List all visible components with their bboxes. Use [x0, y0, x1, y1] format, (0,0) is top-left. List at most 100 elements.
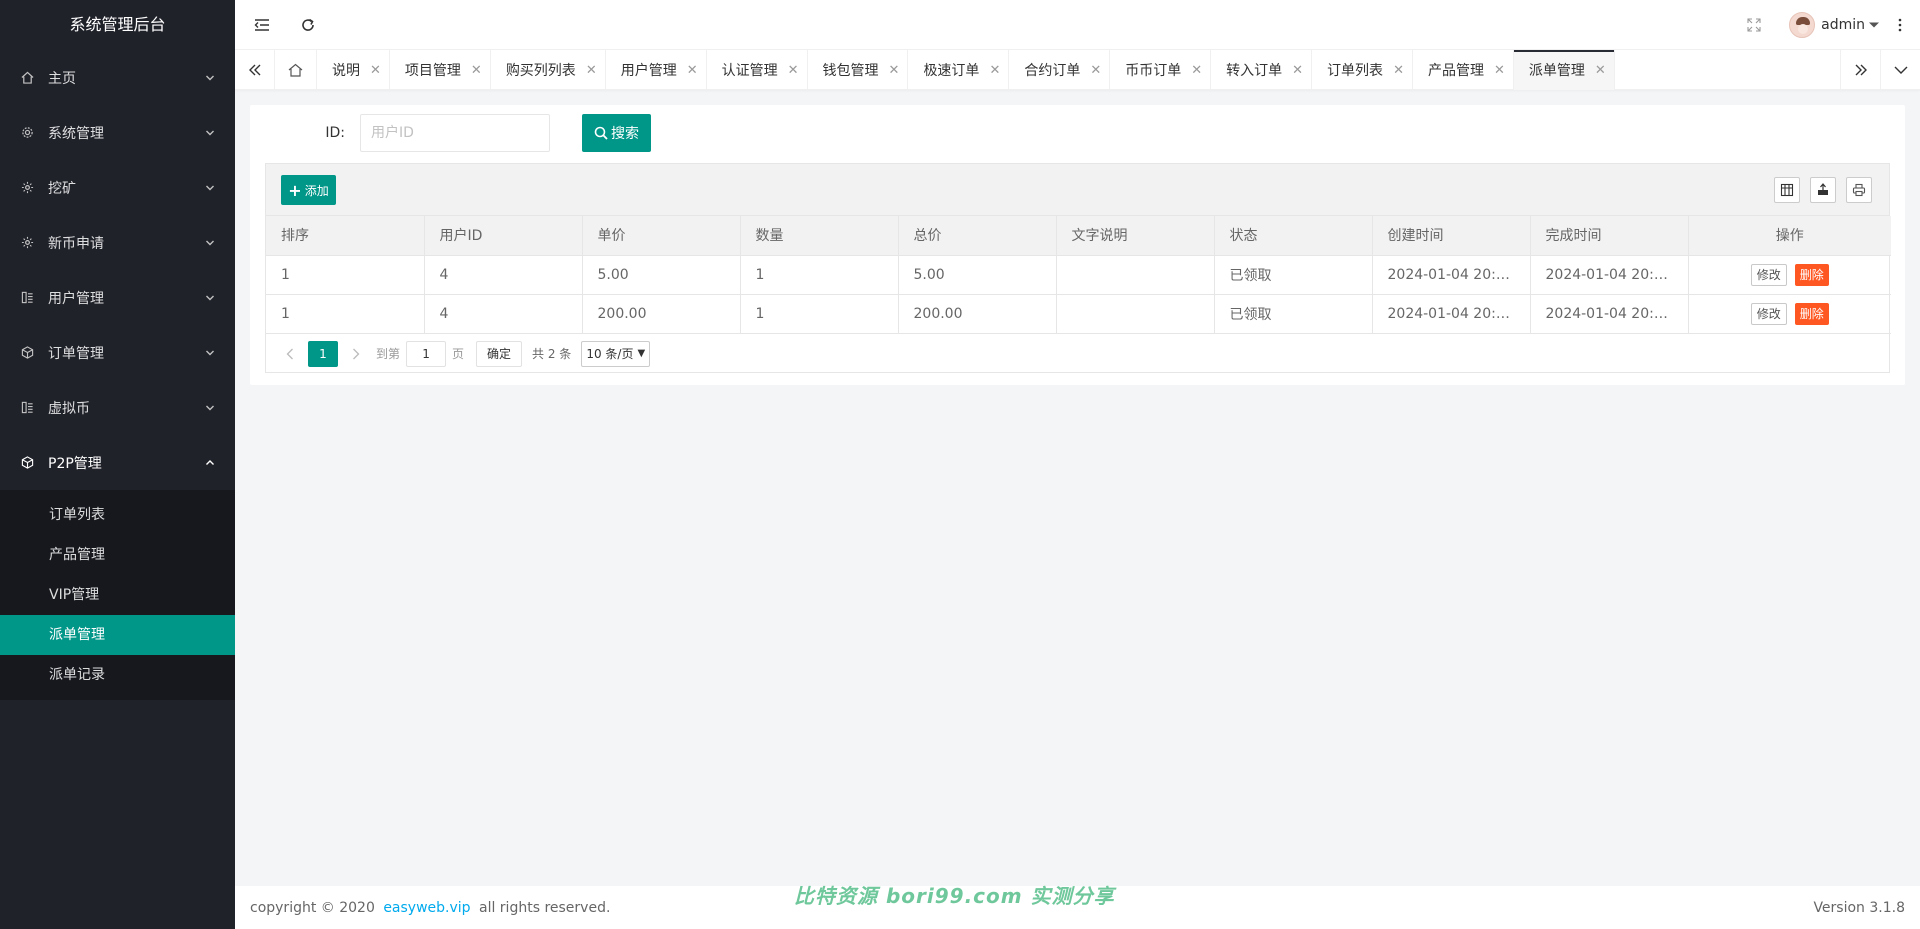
sidebar-item-p2p[interactable]: P2P管理: [0, 435, 235, 490]
close-icon[interactable]: ✕: [889, 63, 900, 78]
column-header[interactable]: 总价: [898, 216, 1057, 256]
table: 排序 用户ID 单价 数量 总价 文字说明 状态 创建时间 完成时间 操作 1 …: [266, 216, 1891, 334]
footer-link[interactable]: easyweb.vip: [383, 900, 470, 916]
tab-transfer-orders[interactable]: 转入订单 ✕: [1211, 50, 1313, 90]
close-icon[interactable]: ✕: [989, 63, 1000, 78]
close-icon[interactable]: ✕: [1292, 63, 1303, 78]
export-icon[interactable]: [1810, 177, 1836, 203]
table-tools: [1764, 177, 1872, 203]
refresh-icon[interactable]: [288, 0, 328, 50]
cell-price: 5.00: [582, 255, 741, 295]
version-label: Version 3.1.8: [1813, 899, 1905, 916]
chevron-right-icon[interactable]: [342, 341, 370, 367]
add-button-label: 添加: [304, 183, 329, 198]
close-icon[interactable]: ✕: [471, 63, 482, 78]
print-icon[interactable]: [1846, 177, 1872, 203]
tab-wallets[interactable]: 钱包管理 ✕: [808, 50, 909, 90]
edit-button[interactable]: 修改: [1750, 302, 1787, 325]
more-vertical-icon[interactable]: [1880, 0, 1920, 50]
pagination: 1 到第 页 确定 共 2 条 10 条/页 ▼: [266, 334, 1889, 374]
column-header[interactable]: 单价: [582, 216, 741, 256]
tab-contract-orders[interactable]: 合约订单 ✕: [1009, 50, 1111, 90]
column-header[interactable]: 数量: [740, 216, 899, 256]
close-icon[interactable]: ✕: [788, 63, 799, 78]
tab-users[interactable]: 用户管理 ✕: [606, 50, 707, 90]
watermark: 比特资源 bori99.com 实测分享: [794, 884, 1115, 908]
close-icon[interactable]: ✕: [1595, 63, 1606, 78]
search-button[interactable]: 搜索: [582, 114, 651, 152]
close-icon[interactable]: ✕: [1393, 63, 1404, 78]
search-input[interactable]: [360, 114, 550, 152]
chevron-down-icon[interactable]: [1880, 50, 1920, 90]
fullscreen-icon[interactable]: [1734, 0, 1774, 50]
sidebar-item-mining[interactable]: 挖矿: [0, 160, 235, 215]
page-confirm-button[interactable]: 确定: [476, 340, 523, 367]
tab-home[interactable]: [275, 50, 317, 90]
tab-readme[interactable]: 说明 ✕: [317, 50, 390, 90]
page-jump-input[interactable]: [406, 340, 447, 367]
close-icon[interactable]: ✕: [586, 63, 597, 78]
table-header-row: 排序 用户ID 单价 数量 总价 文字说明 状态 创建时间 完成时间 操作: [266, 216, 1891, 256]
sidebar-subitem-dispatch-records[interactable]: 派单记录: [0, 655, 235, 695]
sidebar-item-home[interactable]: 主页: [0, 50, 235, 105]
column-header[interactable]: 完成时间: [1530, 216, 1689, 256]
tab-label: 极速订单: [923, 63, 980, 79]
page-current[interactable]: 1: [308, 340, 338, 367]
columns-icon[interactable]: [1774, 177, 1800, 203]
column-header[interactable]: 创建时间: [1372, 216, 1531, 256]
tab-purchase-list[interactable]: 购买列列表 ✕: [491, 50, 606, 90]
column-header[interactable]: 状态: [1214, 216, 1373, 256]
sidebar-item-virtual-coin[interactable]: 虚拟币: [0, 380, 235, 435]
user-menu[interactable]: admin: [1789, 0, 1880, 50]
close-icon[interactable]: ✕: [1090, 63, 1101, 78]
delete-button[interactable]: 删除: [1794, 263, 1829, 286]
caret-down-icon: ▼: [637, 348, 646, 359]
tab-coin-orders[interactable]: 币币订单 ✕: [1110, 50, 1212, 90]
copyright-suffix: all rights reserved.: [474, 899, 611, 916]
column-header[interactable]: 排序: [266, 216, 425, 256]
chevron-down-icon: [206, 350, 214, 355]
cell-note: [1056, 294, 1215, 334]
chevron-left-icon[interactable]: [276, 341, 304, 367]
sidebar-item-system[interactable]: 系统管理: [0, 105, 235, 160]
cell-user-id: 4: [424, 294, 583, 334]
collapse-menu-icon[interactable]: [242, 0, 282, 50]
cell-finished: 2024-01-04 20:53:...: [1530, 294, 1689, 334]
tab-scroll-right-icon[interactable]: [1840, 50, 1880, 90]
tab-products[interactable]: 产品管理 ✕: [1413, 50, 1514, 90]
tab-scroll-left-icon[interactable]: [235, 50, 275, 90]
cell-finished: 2024-01-04 20:56:...: [1530, 255, 1689, 295]
chevron-down-icon: [206, 295, 214, 300]
sidebar-item-label: P2P管理: [48, 455, 102, 472]
close-icon[interactable]: ✕: [370, 63, 381, 78]
tab-fast-orders[interactable]: 极速订单 ✕: [908, 50, 1010, 90]
page-size-select[interactable]: 10 条/页 ▼: [581, 340, 651, 367]
tab-dispatch[interactable]: 派单管理 ✕: [1513, 50, 1615, 90]
sidebar-item-users[interactable]: 用户管理: [0, 270, 235, 325]
list-icon: [20, 401, 34, 415]
tab-label: 币币订单: [1125, 63, 1182, 79]
tab-label: 转入订单: [1226, 63, 1283, 79]
close-icon[interactable]: ✕: [1191, 63, 1202, 78]
column-header[interactable]: 用户ID: [424, 216, 583, 256]
search-form: ID: 搜索: [250, 113, 651, 153]
sidebar-subitem-dispatch[interactable]: 派单管理: [0, 615, 235, 655]
sidebar-subitem-vip[interactable]: VIP管理: [0, 575, 235, 615]
sidebar-subitem-order-list[interactable]: 订单列表: [0, 495, 235, 535]
close-icon[interactable]: ✕: [1494, 63, 1505, 78]
add-button[interactable]: + 添加: [281, 175, 336, 205]
close-icon[interactable]: ✕: [687, 63, 698, 78]
delete-button[interactable]: 删除: [1794, 302, 1829, 325]
tab-label: 用户管理: [620, 63, 677, 79]
table-row[interactable]: 1 4 5.00 1 5.00 已领取 2024-01-04 20:56:...…: [266, 255, 1891, 295]
tab-projects[interactable]: 项目管理 ✕: [390, 50, 491, 90]
chevron-down-icon: [206, 405, 214, 410]
sidebar-item-new-coin[interactable]: 新币申请: [0, 215, 235, 270]
sidebar-subitem-products[interactable]: 产品管理: [0, 535, 235, 575]
tab-order-list[interactable]: 订单列表 ✕: [1312, 50, 1413, 90]
sidebar-item-orders[interactable]: 订单管理: [0, 325, 235, 380]
tab-auth[interactable]: 认证管理 ✕: [707, 50, 808, 90]
edit-button[interactable]: 修改: [1750, 263, 1787, 286]
column-header[interactable]: 文字说明: [1056, 216, 1215, 256]
table-row[interactable]: 1 4 200.00 1 200.00 已领取 2024-01-04 20:52…: [266, 294, 1891, 334]
